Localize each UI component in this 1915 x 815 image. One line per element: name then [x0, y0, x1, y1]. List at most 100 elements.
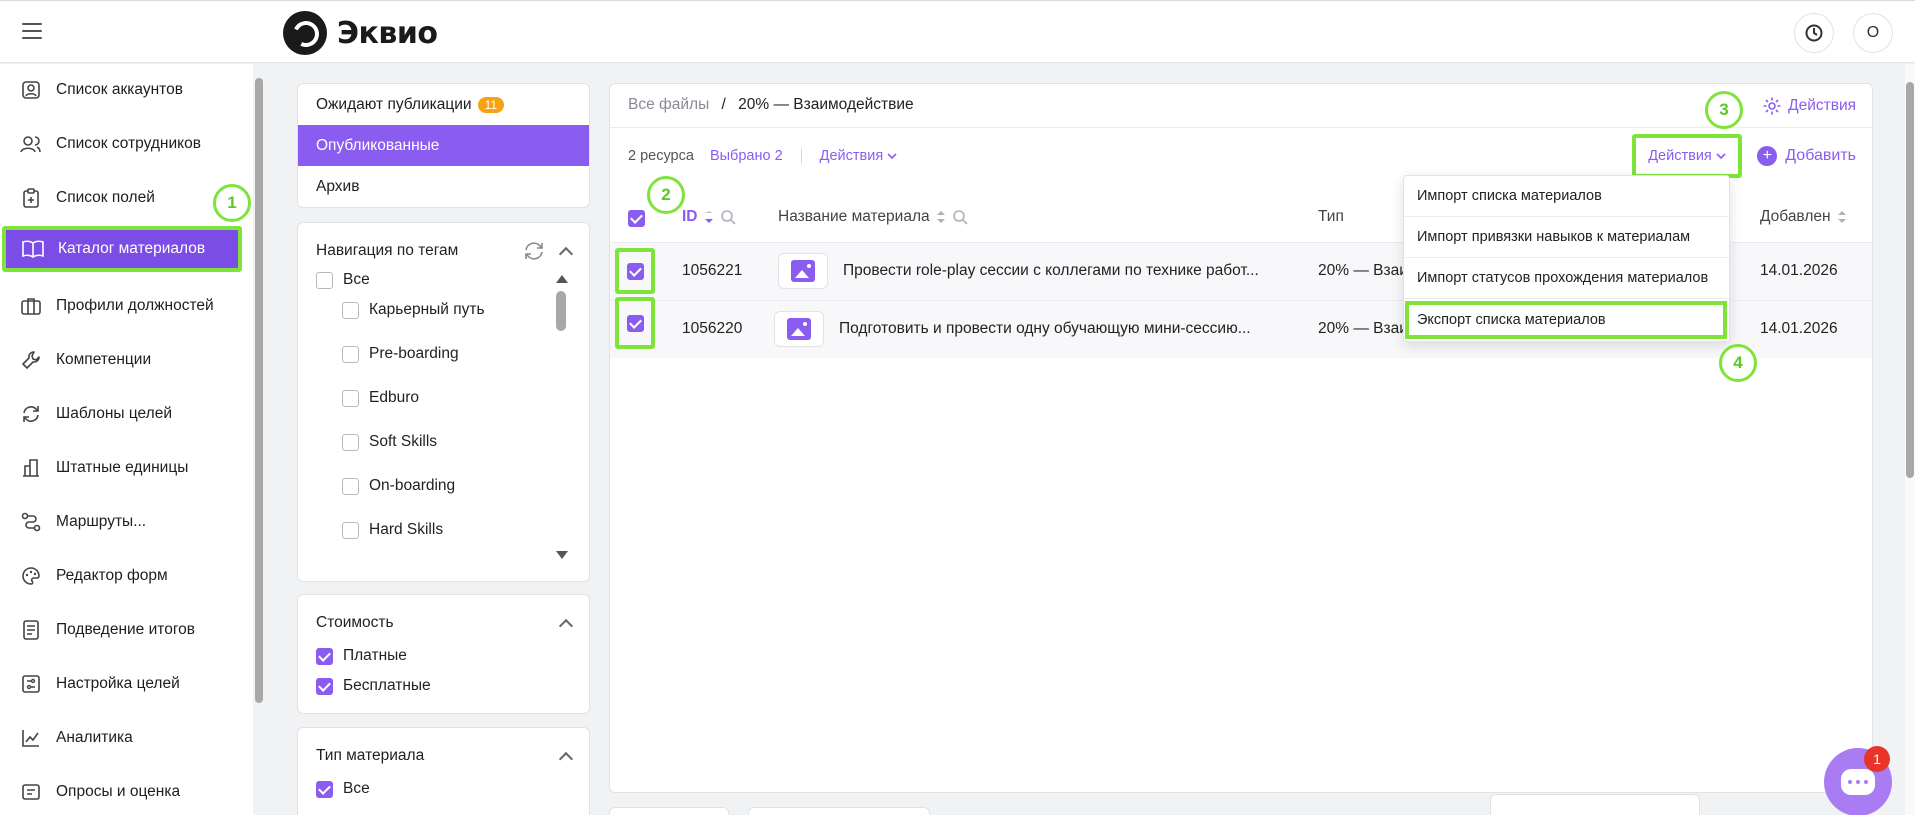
cost-collapse-chevron-icon[interactable] [558, 618, 574, 633]
sidebar-item-label: Редактор форм [56, 567, 168, 584]
sidebar-item-routes[interactable]: Маршруты... [4, 499, 240, 545]
cost-free-checkbox[interactable]: Бесплатные [316, 677, 431, 695]
tag-checkbox[interactable]: Hard Skills [342, 521, 443, 539]
checkbox[interactable] [342, 433, 359, 451]
selected-count-link[interactable]: Выбрано 2 [710, 148, 783, 164]
scroll-up-arrow-icon[interactable] [556, 275, 568, 283]
column-type[interactable]: Тип [1318, 208, 1344, 226]
actions-dropdown-button[interactable]: Действия [1632, 134, 1742, 178]
tags-filter-card: Навигация по тегам Все Карьерный путь Pr… [297, 222, 590, 582]
sidebar-item-accounts[interactable]: Список аккаунтов [4, 67, 240, 113]
material-type-all-checkbox[interactable]: Все [316, 780, 370, 798]
user-avatar[interactable]: О [1853, 13, 1893, 53]
status-archive[interactable]: Архив [298, 166, 589, 207]
row-name[interactable]: Провести role-play сессии с коллегами по… [843, 262, 1259, 280]
sidebar-scrollbar[interactable] [255, 64, 263, 815]
material-type-filter-card: Тип материала Все [297, 727, 590, 815]
row-type: 20% — Взаи [1318, 320, 1408, 337]
column-name[interactable]: Название материала [778, 208, 968, 226]
sidebar-scrollbar-thumb[interactable] [255, 78, 263, 703]
status-published-label: Опубликованные [316, 136, 440, 154]
material-type-header: Тип материала [298, 734, 589, 778]
tag-all-checkbox[interactable]: Все [316, 271, 370, 289]
tags-scrollbar[interactable] [555, 275, 568, 559]
sidebar-item-competencies[interactable]: Компетенции [4, 337, 240, 383]
search-icon[interactable] [952, 209, 968, 225]
row-type: 20% — Взаи [1318, 262, 1408, 279]
row-checkbox[interactable] [626, 262, 644, 280]
breadcrumb-root[interactable]: Все файлы [628, 96, 709, 113]
cost-paid-checkbox[interactable]: Платные [316, 647, 407, 665]
folder-actions-button[interactable]: Действия [1762, 96, 1856, 116]
tags-collapse-chevron-icon[interactable] [558, 246, 574, 261]
row-checkbox-highlight [615, 248, 655, 294]
checkbox[interactable] [342, 301, 359, 319]
app-logo[interactable]: Эквио [283, 11, 438, 55]
sidebar-item-fields[interactable]: Список полей [4, 175, 240, 221]
tag-checkbox[interactable]: Edburo [342, 389, 419, 407]
add-button[interactable]: + Добавить [1757, 146, 1856, 166]
select-all-checkbox[interactable] [628, 210, 645, 227]
history-button[interactable] [1794, 13, 1834, 53]
page-scrollbar-thumb[interactable] [1906, 82, 1914, 478]
sidebar-item-label: Список полей [56, 189, 155, 206]
row-added: 14.01.2026 [1760, 262, 1838, 279]
page-scrollbar[interactable] [1905, 64, 1915, 815]
tag-checkbox[interactable]: Pre-boarding [342, 345, 459, 363]
column-id[interactable]: ID [682, 208, 736, 226]
material-type-collapse-chevron-icon[interactable] [558, 751, 574, 766]
sidebar-item-analytics[interactable]: Аналитика [4, 715, 240, 761]
divider [610, 127, 1872, 128]
status-pending[interactable]: Ожидают публикации 11 [298, 84, 589, 125]
sort-icon[interactable] [1837, 211, 1847, 223]
sidebar-item-surveys[interactable]: Опросы и оценка [4, 769, 240, 815]
tag-checkbox[interactable]: On-boarding [342, 477, 455, 495]
tag-checkbox[interactable]: Soft Skills [342, 433, 437, 451]
sidebar-item-job-profiles[interactable]: Профили должностей [4, 283, 240, 329]
checkbox[interactable] [316, 780, 333, 798]
user-card-icon [20, 79, 42, 101]
sidebar-item-materials-catalog[interactable]: Каталог материалов [2, 226, 242, 272]
bulk-actions-button[interactable]: Действия [820, 148, 898, 164]
chat-widget-button[interactable]: 1 [1824, 746, 1892, 815]
sidebar-item-staff-units[interactable]: Штатные единицы [4, 445, 240, 491]
checkbox[interactable] [316, 677, 333, 695]
top-bar: Эквио О [0, 0, 1915, 63]
pagination-stub[interactable] [609, 807, 729, 815]
cost-paid-label: Платные [343, 647, 407, 664]
sidebar-item-summary[interactable]: Подведение итогов [4, 607, 240, 653]
row-checkbox[interactable] [626, 314, 644, 332]
row-id: 1056221 [682, 262, 743, 279]
sync-icon[interactable] [523, 241, 545, 261]
page-size-select-stub[interactable] [748, 807, 930, 815]
plus-icon: + [1757, 146, 1778, 166]
checkbox[interactable] [316, 271, 333, 289]
image-icon [787, 318, 811, 340]
status-published[interactable]: Опубликованные [298, 125, 589, 166]
sort-desc-icon[interactable] [704, 211, 714, 223]
checkbox[interactable] [342, 389, 359, 407]
sidebar-item-goal-templates[interactable]: Шаблоны целей [4, 391, 240, 437]
checkbox[interactable] [342, 477, 359, 495]
menu-item-import-skills-binding[interactable]: Импорт привязки навыков к материалам [1404, 217, 1729, 258]
tag-checkbox[interactable]: Карьерный путь [342, 301, 485, 319]
search-icon[interactable] [720, 209, 736, 225]
book-icon [22, 238, 44, 260]
checkbox[interactable] [342, 345, 359, 363]
footer-toolbar-stub [1490, 794, 1700, 815]
column-added[interactable]: Добавлен [1760, 208, 1847, 226]
tags-scrollbar-thumb[interactable] [556, 291, 566, 331]
menu-item-export-materials[interactable]: Экспорт списка материалов [1405, 301, 1727, 339]
material-thumbnail [774, 311, 824, 347]
menu-item-import-progress-statuses[interactable]: Импорт статусов прохождения материалов [1404, 258, 1729, 299]
scroll-down-arrow-icon[interactable] [556, 551, 568, 559]
sidebar-item-employees[interactable]: Список сотрудников [4, 121, 240, 167]
checkbox[interactable] [316, 647, 333, 665]
menu-burger-icon[interactable] [22, 23, 42, 39]
checkbox[interactable] [342, 521, 359, 539]
menu-item-import-materials[interactable]: Импорт списка материалов [1404, 176, 1729, 217]
sidebar-item-goal-settings[interactable]: Настройка целей [4, 661, 240, 707]
sort-icon[interactable] [936, 211, 946, 223]
sidebar-item-form-editor[interactable]: Редактор форм [4, 553, 240, 599]
row-name[interactable]: Подготовить и провести одну обучающую ми… [839, 320, 1251, 338]
